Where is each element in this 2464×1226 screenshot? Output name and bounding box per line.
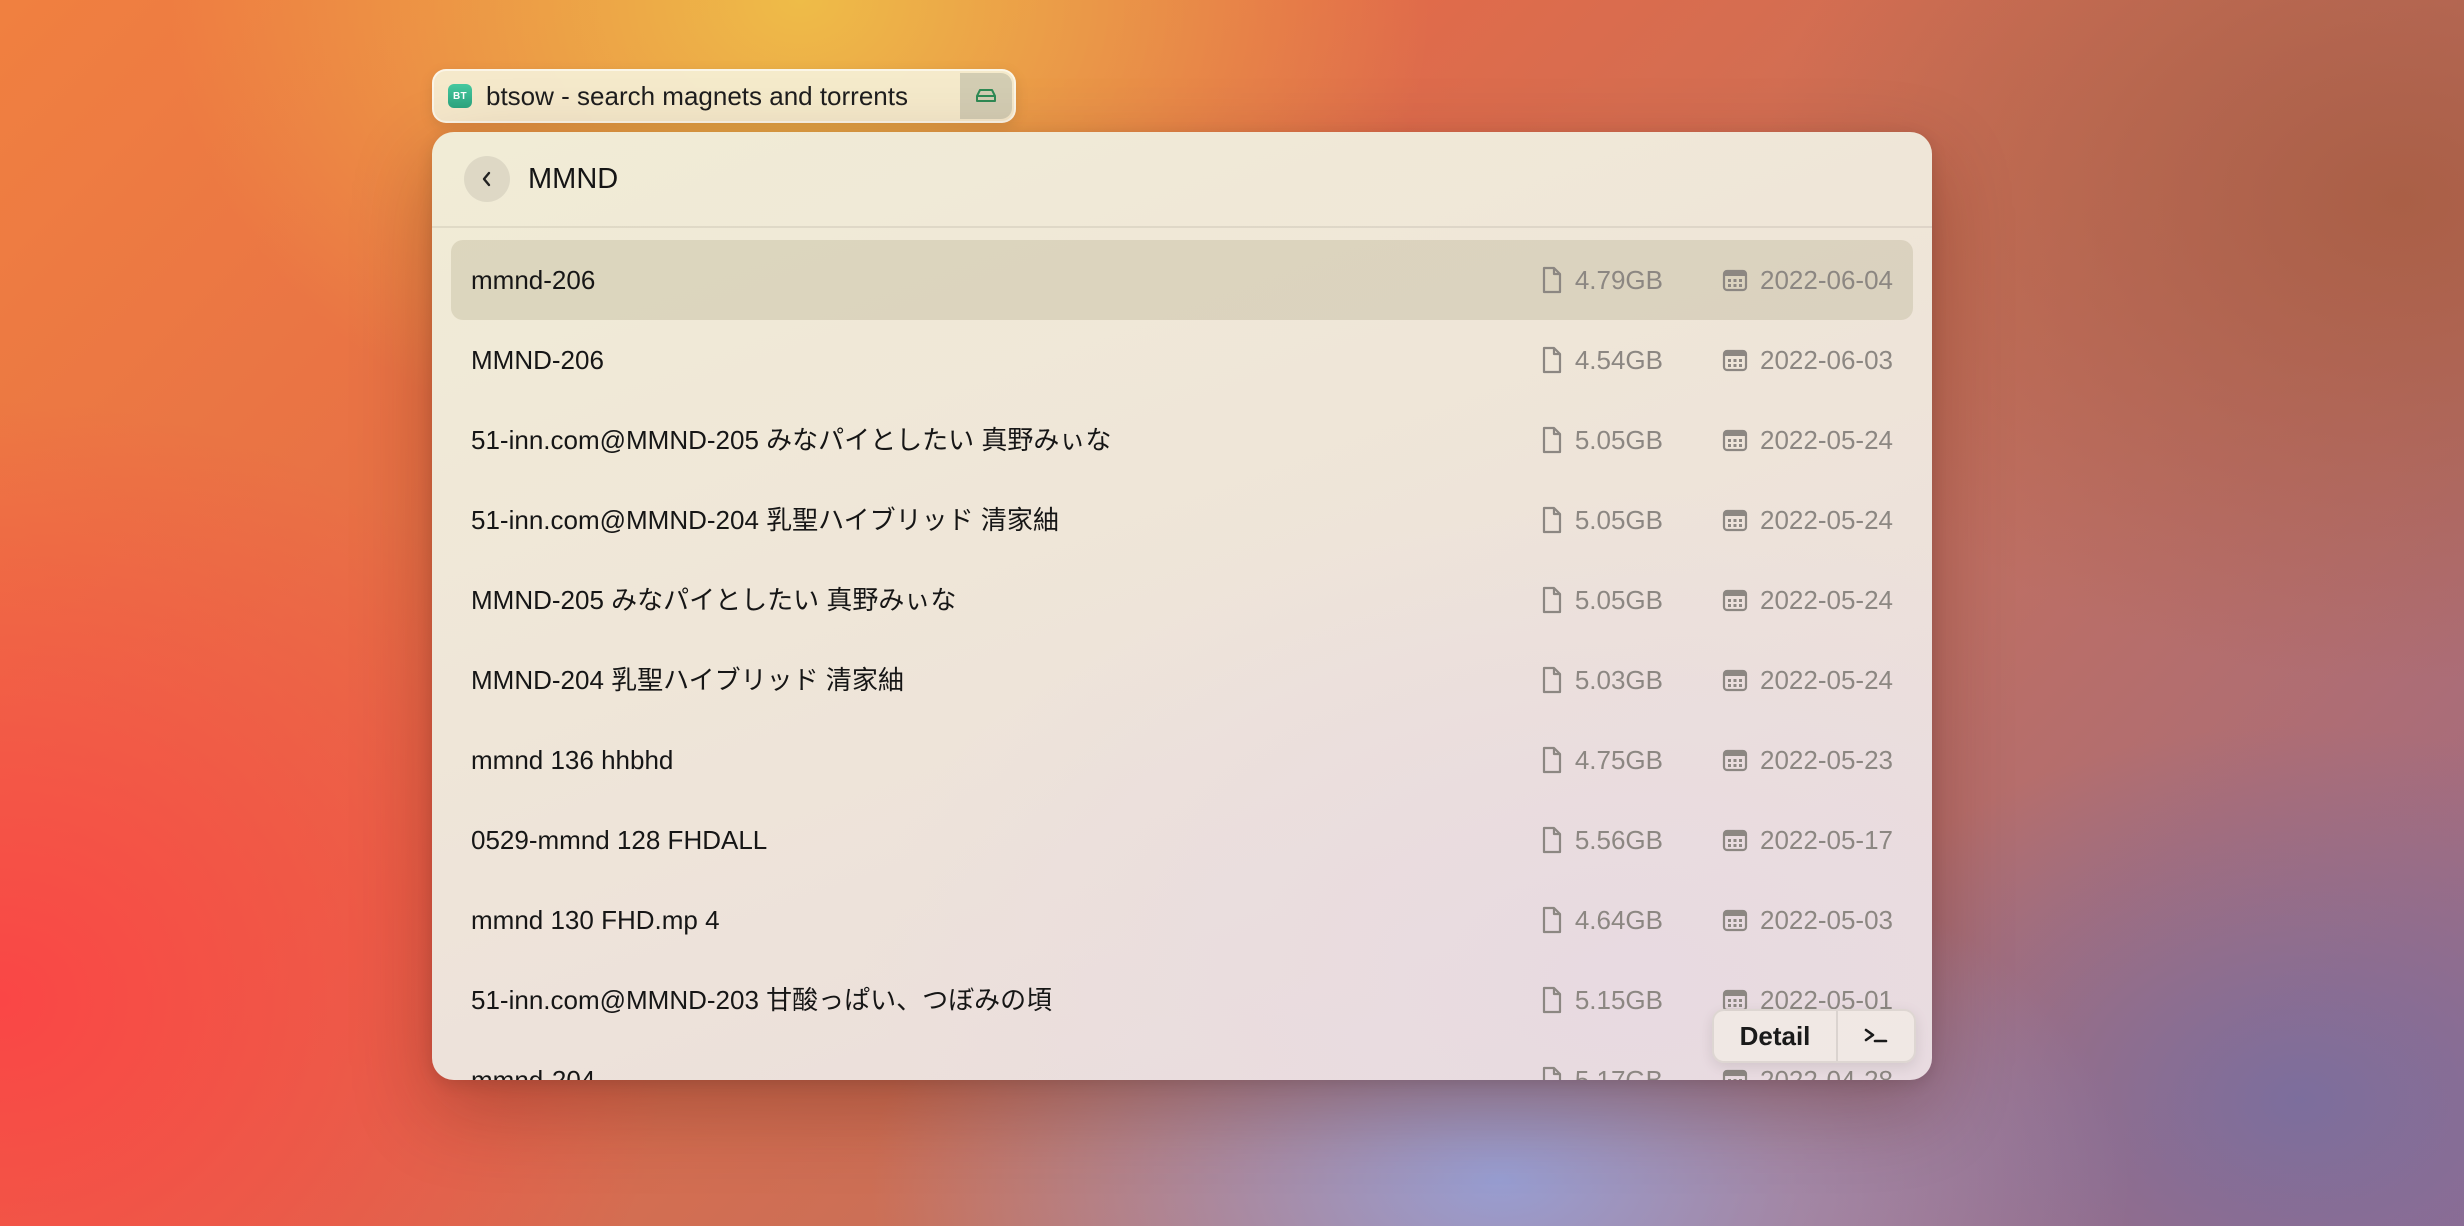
result-size-text: 5.15GB — [1574, 984, 1663, 1015]
result-size-text: 5.03GB — [1574, 664, 1663, 695]
result-row[interactable]: MMND-206 4.54GB 2022-06-03 — [451, 320, 1913, 400]
result-date: 2022-05-24 — [1722, 480, 1893, 560]
back-button[interactable] — [464, 156, 510, 202]
terminal-button[interactable] — [1838, 1011, 1914, 1061]
action-bar: Detail — [1712, 1009, 1916, 1063]
result-date-text: 2022-05-24 — [1760, 504, 1893, 535]
chevron-left-icon — [482, 171, 491, 187]
result-date-text: 2022-06-04 — [1760, 264, 1893, 295]
terminal-icon — [1864, 1028, 1888, 1043]
result-size-text: 5.17GB — [1574, 1064, 1663, 1081]
result-date-text: 2022-05-03 — [1760, 904, 1893, 935]
calendar-icon — [1722, 348, 1748, 372]
result-row[interactable]: mmnd-204 5.17GB 2022-04-28 — [451, 1040, 1913, 1080]
result-row[interactable]: 51-inn.com@MMND-203 甘酸っぱい、つぼみの頃 5.15GB 202… — [451, 960, 1913, 1040]
result-date-text: 2022-05-23 — [1760, 744, 1893, 775]
file-icon — [1541, 666, 1563, 694]
result-size: 5.56GB — [1541, 800, 1663, 880]
result-size: 5.15GB — [1541, 960, 1663, 1040]
result-title: 0529-mmnd 128 FHDALL — [471, 825, 768, 855]
result-title: MMND-206 — [471, 345, 604, 375]
result-title: 51-inn.com@MMND-205 みなパイとしたい 真野みぃな — [471, 425, 1112, 455]
calendar-icon — [1722, 428, 1748, 452]
result-date-text: 2022-05-24 — [1760, 664, 1893, 695]
result-title: mmnd 136 hhbhd — [471, 745, 674, 775]
result-title: mmnd 130 FHD.mp 4 — [471, 905, 720, 935]
file-icon — [1541, 986, 1563, 1014]
calendar-icon — [1722, 748, 1748, 772]
result-row[interactable]: MMND-205 みなパイとしたい 真野みぃな 5.05GB 2022-05-24 — [451, 560, 1913, 640]
result-date-text: 2022-05-17 — [1760, 824, 1893, 855]
result-size: 4.64GB — [1541, 880, 1663, 960]
result-size: 4.79GB — [1541, 240, 1663, 320]
result-size-text: 5.05GB — [1574, 424, 1663, 455]
result-title: mmnd-204 — [471, 1065, 596, 1080]
result-row[interactable]: 51-inn.com@MMND-204 乳聖ハイブリッド 清家紬 5.05GB 20… — [451, 480, 1913, 560]
result-size: 4.75GB — [1541, 720, 1663, 800]
app-name: btsow - search magnets and torrents — [486, 80, 908, 111]
calendar-icon — [1722, 908, 1748, 932]
calendar-icon — [1722, 508, 1748, 532]
app-badge[interactable]: BT btsow - search magnets and torrents — [432, 69, 1016, 123]
result-size: 4.54GB — [1541, 320, 1663, 400]
search-results-window: MMND mmnd-206 4.79GB 2022-06-04 MMND-206 4.5… — [432, 132, 1932, 1080]
result-size-text: 5.05GB — [1574, 584, 1663, 615]
file-icon — [1541, 426, 1563, 454]
result-size-text: 4.64GB — [1574, 904, 1663, 935]
result-size-text: 4.54GB — [1574, 344, 1663, 375]
tray-button[interactable] — [960, 73, 1012, 119]
result-row[interactable]: 0529-mmnd 128 FHDALL 5.56GB 2022-05-17 — [451, 800, 1913, 880]
result-size: 5.03GB — [1541, 640, 1663, 720]
result-date: 2022-05-23 — [1722, 720, 1893, 800]
result-date: 2022-05-24 — [1722, 400, 1893, 480]
result-date-text: 2022-06-03 — [1760, 344, 1893, 375]
result-date: 2022-06-04 — [1722, 240, 1893, 320]
calendar-icon — [1722, 668, 1748, 692]
result-title: 51-inn.com@MMND-204 乳聖ハイブリッド 清家紬 — [471, 505, 1059, 535]
file-icon — [1541, 746, 1563, 774]
results-list: mmnd-206 4.79GB 2022-06-04 MMND-206 4.54GB 20… — [432, 228, 1932, 1080]
file-icon — [1541, 906, 1563, 934]
result-date: 2022-05-24 — [1722, 560, 1893, 640]
result-row[interactable]: mmnd-206 4.79GB 2022-06-04 — [451, 240, 1913, 320]
result-date: 2022-05-24 — [1722, 640, 1893, 720]
result-row[interactable]: MMND-204 乳聖ハイブリッド 清家紬 5.03GB 2022-05-24 — [451, 640, 1913, 720]
result-title: 51-inn.com@MMND-203 甘酸っぱい、つぼみの頃 — [471, 985, 1053, 1015]
result-date-text: 2022-04-28 — [1760, 1064, 1893, 1081]
result-date: 2022-05-17 — [1722, 800, 1893, 880]
calendar-icon — [1722, 268, 1748, 292]
file-icon — [1541, 506, 1563, 534]
calendar-icon — [1722, 828, 1748, 852]
result-row[interactable]: 51-inn.com@MMND-205 みなパイとしたい 真野みぃな 5.05GB… — [451, 400, 1913, 480]
result-size-text: 5.56GB — [1574, 824, 1663, 855]
detail-button[interactable]: Detail — [1714, 1011, 1836, 1061]
result-row[interactable]: mmnd 130 FHD.mp 4 4.64GB 2022-05-03 — [451, 880, 1913, 960]
calendar-icon — [1722, 588, 1748, 612]
result-title: mmnd-206 — [471, 265, 596, 295]
file-icon — [1541, 586, 1563, 614]
file-icon — [1541, 826, 1563, 854]
tray-icon — [976, 89, 996, 102]
result-date-text: 2022-05-24 — [1760, 584, 1893, 615]
result-size-text: 5.05GB — [1574, 504, 1663, 535]
file-icon — [1541, 1066, 1563, 1080]
result-date: 2022-06-03 — [1722, 320, 1893, 400]
result-size: 5.17GB — [1541, 1040, 1663, 1080]
result-row[interactable]: mmnd 136 hhbhd 4.75GB 2022-05-23 — [451, 720, 1913, 800]
calendar-icon — [1722, 1068, 1748, 1080]
file-icon — [1541, 266, 1563, 294]
result-date-text: 2022-05-24 — [1760, 424, 1893, 455]
result-size: 5.05GB — [1541, 560, 1663, 640]
result-size-text: 4.75GB — [1574, 744, 1663, 775]
header: MMND — [432, 132, 1932, 228]
btsow-logo-icon: BT — [448, 84, 472, 108]
result-date: 2022-05-03 — [1722, 880, 1893, 960]
result-title: MMND-205 みなパイとしたい 真野みぃな — [471, 585, 957, 615]
result-size: 5.05GB — [1541, 480, 1663, 560]
file-icon — [1541, 346, 1563, 374]
result-title: MMND-204 乳聖ハイブリッド 清家紬 — [471, 665, 904, 695]
page-title: MMND — [528, 162, 619, 195]
result-size-text: 4.79GB — [1574, 264, 1663, 295]
result-size: 5.05GB — [1541, 400, 1663, 480]
